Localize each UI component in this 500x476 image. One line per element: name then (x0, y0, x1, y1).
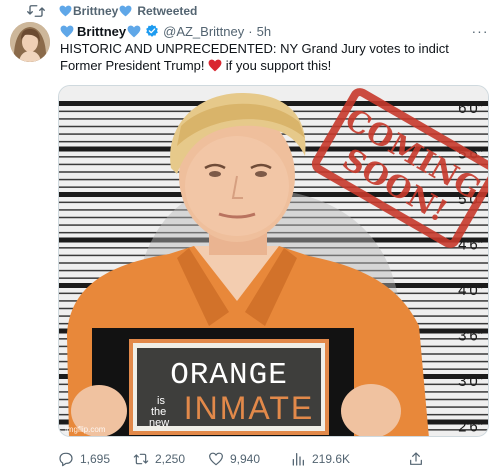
avatar-photo (10, 22, 50, 62)
user-handle[interactable]: @AZ_Brittney (163, 24, 244, 39)
separator-dot: · (248, 23, 253, 39)
like-button[interactable]: 9,940 (208, 451, 260, 467)
like-count: 9,940 (230, 452, 261, 466)
height-label: 6'0" (458, 100, 483, 117)
views-button[interactable]: 219.6K (290, 451, 350, 467)
display-name[interactable]: Brittney (77, 24, 126, 39)
more-options-button[interactable]: ··· (470, 22, 490, 40)
reply-icon (59, 452, 73, 467)
tweet-image[interactable]: 6'0" 5'6" 5'0" 4'6" 4'0" 3'6" 3'0" 2'6" ORANGE … (58, 85, 489, 437)
bar-chart-icon (292, 453, 304, 466)
blue-heart-icon (60, 25, 74, 37)
retweet-count: 2,250 (155, 452, 186, 466)
reply-count: 1,695 (80, 452, 111, 466)
reply-button[interactable]: 1,695 (58, 451, 110, 467)
height-label: 4'0" (458, 282, 483, 299)
sign-text-inmate: INMATE (184, 390, 315, 426)
view-count: 219.6K (312, 452, 351, 466)
blue-heart-icon (59, 5, 72, 17)
retweet-banner[interactable]: Brittney Retweeted (27, 3, 197, 19)
verified-badge-icon (146, 24, 158, 37)
timestamp[interactable]: 5h (257, 24, 271, 39)
height-label: 2'6" (458, 419, 483, 436)
red-heart-icon (208, 59, 222, 72)
height-label: 3'0" (458, 373, 483, 390)
height-label: 3'6" (458, 328, 483, 345)
retweet-button[interactable]: 2,250 (133, 451, 185, 467)
avatar[interactable] (10, 22, 50, 62)
share-icon (410, 452, 422, 465)
retweeted-label: Retweeted (137, 4, 198, 18)
sign-small-new: new (149, 417, 169, 429)
imgflip-watermark: imgflip.com (65, 425, 106, 434)
sign-text-orange: ORANGE (170, 358, 288, 393)
retweeter-name[interactable]: Brittney (73, 4, 118, 18)
heart-icon (209, 452, 223, 466)
mugshot-image: 6'0"5'6"5'0"4'6"4'0"3'6"3'0"2'6" ORANGE … (59, 86, 488, 436)
tweet-text: HISTORIC AND UNPRECEDENTED: NY Grand Jur… (60, 40, 490, 74)
blue-heart-icon (119, 5, 132, 17)
retweet-icon (27, 5, 45, 17)
blue-heart-icon (127, 25, 141, 37)
height-label: 4'6" (458, 237, 483, 254)
tweet-actions: 1,695 2,250 9,940 219.6K (56, 449, 486, 469)
tweet-text-end: if you support this! (225, 58, 332, 73)
share-button[interactable] (408, 451, 430, 467)
tweet-header: Brittney @AZ_Brittney · 5h ··· (60, 22, 490, 40)
retweet-icon (133, 453, 149, 465)
